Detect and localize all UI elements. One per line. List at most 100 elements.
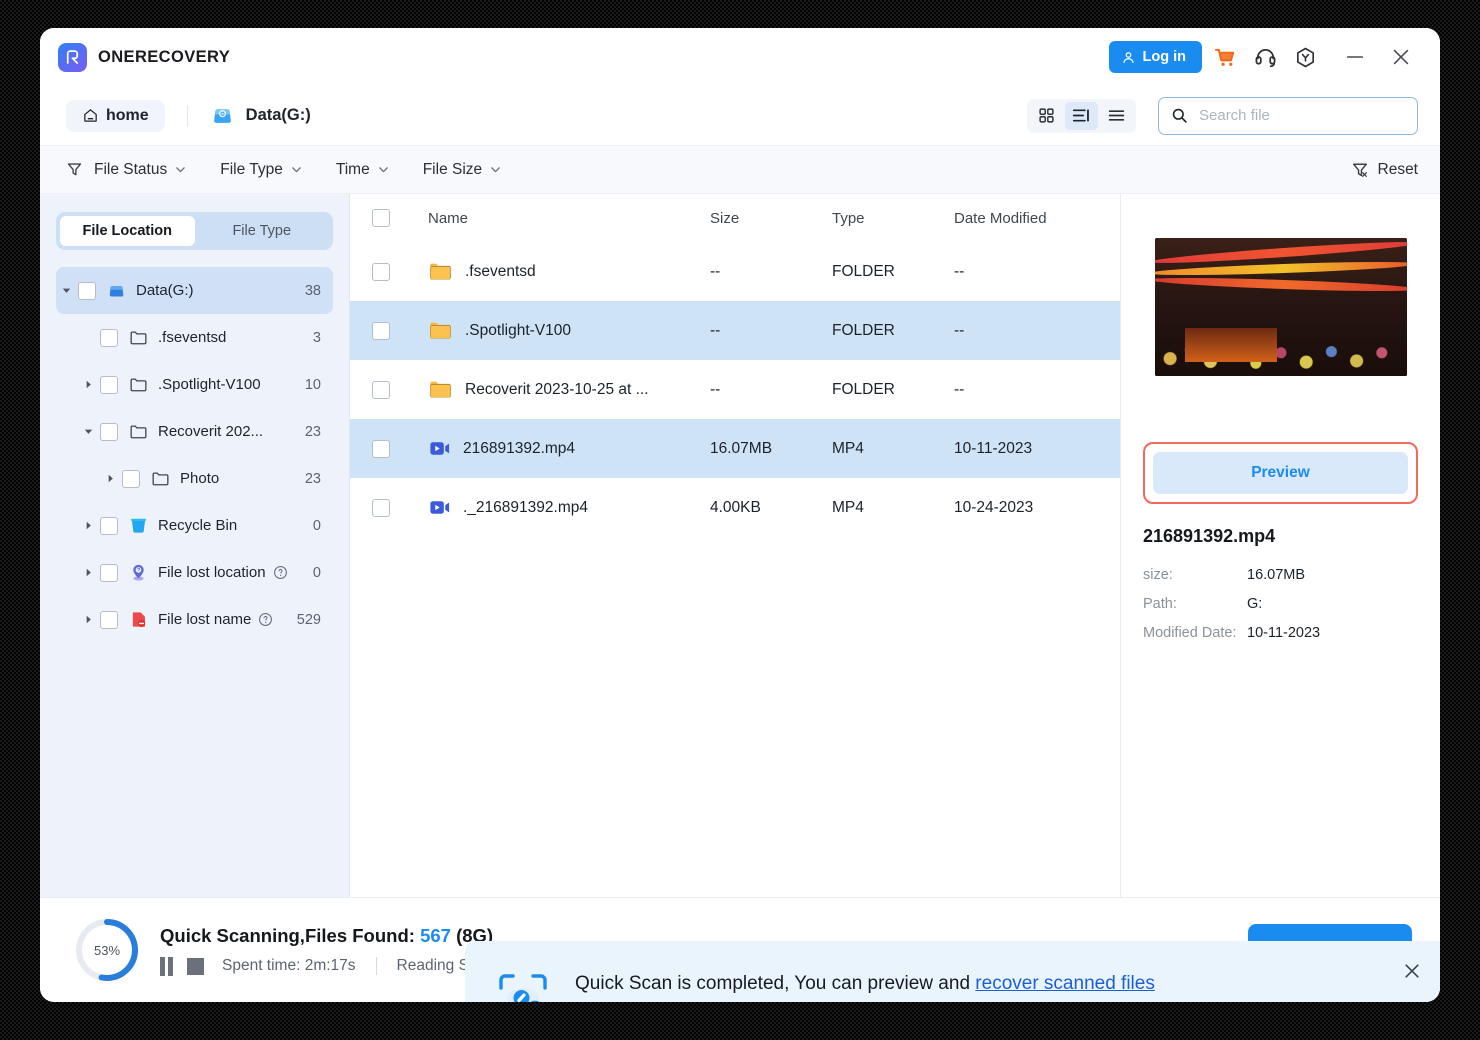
tree-item-checkbox[interactable] bbox=[78, 281, 96, 300]
cell-type: FOLDER bbox=[832, 321, 895, 339]
cell-size: -- bbox=[710, 321, 721, 339]
lost-location-icon bbox=[127, 563, 149, 582]
preview-meta-path: Path: G: bbox=[1143, 596, 1418, 612]
tree-item-label: .fseventsd bbox=[158, 329, 227, 346]
tree-item-file-lost-location[interactable]: File lost location 0 bbox=[78, 549, 333, 596]
scan-progress-ring: 53% bbox=[74, 917, 140, 983]
column-header-name[interactable]: Name bbox=[412, 210, 710, 227]
hexagon-badge-icon[interactable] bbox=[1288, 40, 1322, 74]
filter-time[interactable]: Time bbox=[336, 161, 390, 179]
breadcrumb-home[interactable]: home bbox=[66, 99, 165, 132]
tree-item-checkbox[interactable] bbox=[122, 469, 140, 488]
home-icon bbox=[82, 107, 99, 124]
chevron-down-icon bbox=[377, 163, 390, 176]
detail-view-icon[interactable] bbox=[1065, 101, 1098, 130]
tree-item-recycle-bin[interactable]: Recycle Bin 0 bbox=[78, 502, 333, 549]
breadcrumb-drive[interactable]: Data(G:) bbox=[210, 103, 311, 128]
folder-icon bbox=[428, 259, 453, 284]
tree-item-label: Recoverit 202... bbox=[158, 423, 264, 440]
tree-item-checkbox[interactable] bbox=[100, 328, 118, 347]
tree-item-fseventsd[interactable]: .fseventsd 3 bbox=[78, 314, 333, 361]
file-list: Name Size Type Date Modified .fseventsd -… bbox=[350, 194, 1120, 897]
tree-item-recoverit-202[interactable]: Recoverit 202... 23 bbox=[78, 408, 333, 455]
recover-scanned-files-link[interactable]: recover scanned files bbox=[975, 973, 1155, 994]
pause-icon[interactable] bbox=[160, 956, 173, 976]
close-icon[interactable] bbox=[1384, 40, 1418, 74]
login-button[interactable]: Log in bbox=[1108, 41, 1202, 73]
minimize-icon[interactable] bbox=[1338, 40, 1372, 74]
banner-headline-prefix: Quick Scan is completed, You can preview… bbox=[575, 972, 976, 994]
chevron-right-icon[interactable] bbox=[78, 378, 98, 391]
tree-item-checkbox[interactable] bbox=[100, 563, 118, 582]
stop-icon[interactable] bbox=[187, 957, 204, 975]
chevron-down-icon[interactable] bbox=[78, 425, 98, 438]
chevron-right-icon[interactable] bbox=[100, 472, 120, 485]
banner-close-icon[interactable] bbox=[1396, 955, 1428, 987]
video-icon bbox=[428, 496, 451, 519]
view-mode-toggle bbox=[1027, 98, 1136, 133]
tree-item-checkbox[interactable] bbox=[100, 516, 118, 535]
list-view-icon[interactable] bbox=[1100, 102, 1133, 130]
cell-size: -- bbox=[710, 380, 721, 398]
search-box[interactable] bbox=[1158, 96, 1418, 135]
table-row[interactable]: 216891392.mp4 16.07MB MP4 10-11-2023 bbox=[350, 419, 1120, 478]
tree-item-data-g[interactable]: Data(G:) 38 bbox=[56, 267, 333, 314]
tree-item-count: 38 bbox=[304, 282, 321, 299]
table-row[interactable]: .fseventsd -- FOLDER -- bbox=[350, 242, 1120, 301]
scan-complete-banner: Quick Scan is completed, You can preview… bbox=[465, 941, 1440, 1002]
headset-support-icon[interactable] bbox=[1248, 40, 1282, 74]
select-all-checkbox[interactable] bbox=[372, 209, 390, 227]
banner-text: Quick Scan is completed, You can preview… bbox=[575, 973, 1396, 1003]
titlebar: ONERECOVERY Log in bbox=[40, 28, 1440, 86]
tree-item-photo[interactable]: Photo 23 bbox=[100, 455, 333, 502]
filter-file-status[interactable]: File Status bbox=[94, 161, 187, 179]
column-header-date[interactable]: Date Modified bbox=[954, 210, 1102, 227]
folder-outline-icon bbox=[127, 375, 149, 394]
cell-type: MP4 bbox=[832, 439, 864, 457]
tab-file-location[interactable]: File Location bbox=[60, 216, 195, 246]
tab-file-type[interactable]: File Type bbox=[195, 216, 330, 246]
cart-icon[interactable] bbox=[1208, 40, 1242, 74]
file-name-label: Recoverit 2023-10-25 at ... bbox=[465, 380, 649, 398]
grid-view-icon[interactable] bbox=[1030, 102, 1063, 130]
filter-file-type-label: File Type bbox=[220, 160, 283, 178]
help-icon[interactable] bbox=[273, 565, 288, 580]
file-name-label: .fseventsd bbox=[465, 262, 536, 280]
folder-outline-icon bbox=[127, 422, 149, 441]
table-row[interactable]: .Spotlight-V100 -- FOLDER -- bbox=[350, 301, 1120, 360]
chevron-right-icon[interactable] bbox=[78, 613, 98, 626]
chevron-right-icon[interactable] bbox=[78, 519, 98, 532]
folder-outline-icon bbox=[127, 328, 149, 347]
row-checkbox[interactable] bbox=[372, 439, 390, 458]
chevron-right-icon[interactable] bbox=[78, 566, 98, 579]
cell-name: Recoverit 2023-10-25 at ... bbox=[412, 377, 710, 402]
row-checkbox[interactable] bbox=[372, 380, 390, 399]
breadcrumb-drive-label: Data(G:) bbox=[245, 106, 311, 124]
help-icon[interactable] bbox=[258, 612, 273, 627]
tree-item-file-lost-name[interactable]: File lost name 529 bbox=[78, 596, 333, 643]
tree-item-checkbox[interactable] bbox=[100, 610, 118, 629]
tree-item-spotlight-v100[interactable]: .Spotlight-V100 10 bbox=[78, 361, 333, 408]
drive-icon bbox=[210, 103, 235, 128]
column-header-type[interactable]: Type bbox=[832, 210, 954, 227]
table-row[interactable]: ._216891392.mp4 4.00KB MP4 10-24-2023 bbox=[350, 478, 1120, 537]
tree-item-count: 10 bbox=[304, 376, 321, 393]
reset-filters-button[interactable]: Reset bbox=[1351, 161, 1418, 179]
tree-item-label: Photo bbox=[180, 470, 220, 487]
filter-file-size[interactable]: File Size bbox=[423, 161, 502, 179]
table-row[interactable]: Recoverit 2023-10-25 at ... -- FOLDER -- bbox=[350, 360, 1120, 419]
tree-item-checkbox[interactable] bbox=[100, 375, 118, 394]
tree-item-checkbox[interactable] bbox=[100, 422, 118, 441]
column-header-size[interactable]: Size bbox=[710, 210, 832, 227]
row-checkbox[interactable] bbox=[372, 262, 390, 281]
file-name-label: 216891392.mp4 bbox=[463, 439, 576, 457]
search-input[interactable] bbox=[1197, 106, 1405, 125]
row-checkbox[interactable] bbox=[372, 498, 390, 517]
filter-file-status-label: File Status bbox=[94, 160, 168, 178]
preview-button[interactable]: Preview bbox=[1153, 452, 1408, 494]
chevron-down-icon[interactable] bbox=[56, 284, 76, 297]
row-checkbox[interactable] bbox=[372, 321, 390, 340]
filter-file-type[interactable]: File Type bbox=[220, 161, 303, 179]
preview-thumbnail bbox=[1154, 238, 1407, 376]
preview-meta-path-key: Path: bbox=[1143, 596, 1177, 612]
